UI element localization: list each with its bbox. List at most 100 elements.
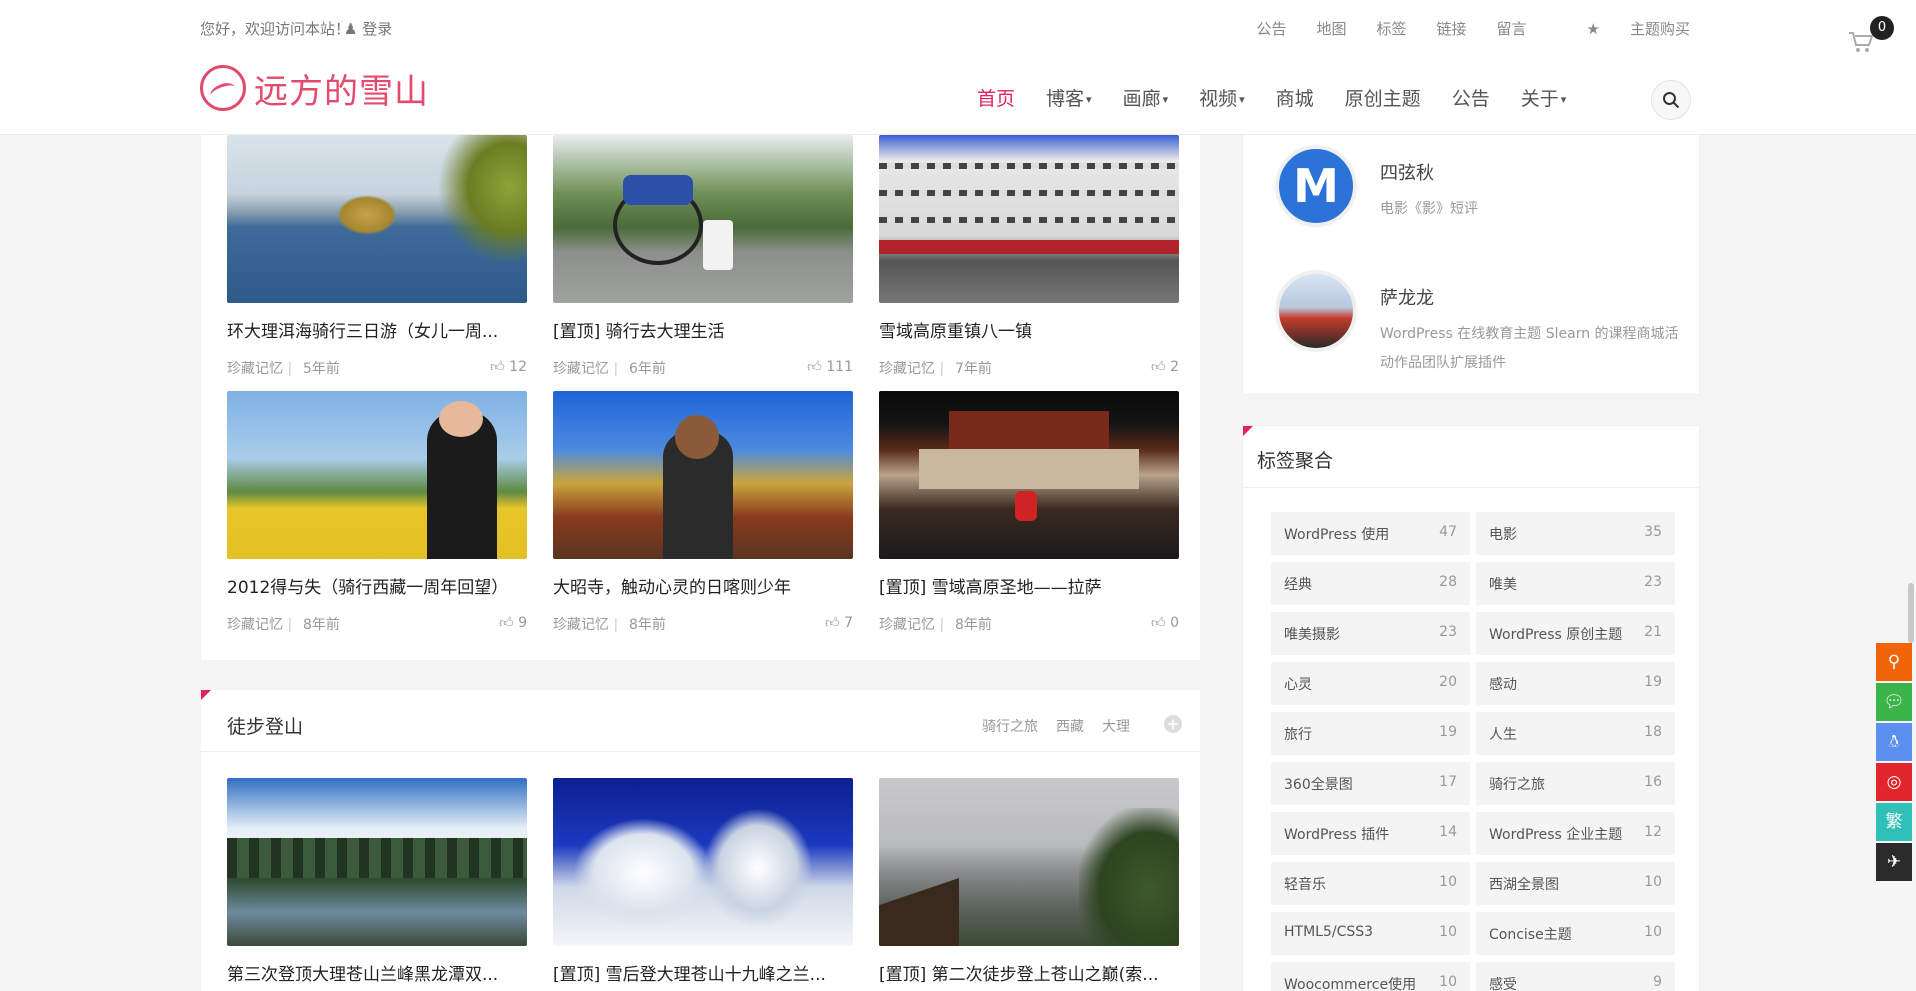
top-link-notice[interactable]: 公告 [1256,18,1286,39]
tag-item[interactable]: 感受 9 [1476,962,1675,991]
post-card[interactable]: 第三次登顶大理苍山兰峰黑龙潭双... [227,778,527,985]
post-thumbnail[interactable] [879,778,1179,946]
comment-author[interactable]: 萨龙龙 [1380,284,1434,310]
top-link-tags[interactable]: 标签 [1376,18,1406,39]
post-likes: 👍︎ 12 [490,359,527,375]
post-title[interactable]: 环大理洱海骑行三日游（女儿一周... [227,317,527,342]
nav-home[interactable]: 首页 [977,84,1015,111]
post-thumbnail[interactable] [879,135,1179,303]
post-thumbnail[interactable] [553,391,853,559]
post-time: 8年前 [955,617,992,633]
comment-text[interactable]: 电影《影》短评 [1380,195,1680,224]
post-thumbnail[interactable] [227,391,527,559]
wechat-icon: 💬︎ [1883,692,1905,712]
tag-item[interactable]: 骑行之旅 16 [1476,762,1675,805]
star-icon: ★ [1586,20,1600,38]
comment-text[interactable]: WordPress 在线教育主题 Slearn 的课程商城活动作品团队扩展插件 [1380,320,1680,378]
tag-name: 感动 [1489,677,1517,693]
tag-item[interactable]: 西湖全景图 10 [1476,862,1675,905]
float-search-button[interactable]: ⚲ [1876,643,1912,681]
tag-item[interactable]: WordPress 使用 47 [1271,512,1470,555]
tag-item[interactable]: 旅行 19 [1271,712,1470,755]
tag-count: 10 [1644,874,1662,890]
post-card[interactable]: 环大理洱海骑行三日游（女儿一周... 珍藏记忆 | 5年前 👍︎ 12 [227,135,527,378]
scrollbar-thumb[interactable] [1908,583,1914,643]
top-link-map[interactable]: 地图 [1316,18,1346,39]
nav-video[interactable]: 视频 ▾ [1199,84,1245,111]
tag-item[interactable]: WordPress 企业主题 12 [1476,812,1675,855]
post-category[interactable]: 珍藏记忆 | [227,358,292,378]
logo-text: 远方的雪山 [254,71,429,112]
section-tag[interactable]: 大理 [1102,716,1130,736]
post-category[interactable]: 珍藏记忆 | [227,614,292,634]
post-thumbnail[interactable] [879,391,1179,559]
tag-item[interactable]: 唯美 23 [1476,562,1675,605]
post-category[interactable]: 珍藏记忆 | [879,358,944,378]
tag-item[interactable]: 人生 18 [1476,712,1675,755]
logo-icon [200,65,246,111]
post-card[interactable]: [置顶] 雪后登大理苍山十九峰之兰... [553,778,853,985]
tag-item[interactable]: 经典 28 [1271,562,1470,605]
post-category[interactable]: 珍藏记忆 | [553,358,618,378]
tag-item[interactable]: 轻音乐 10 [1271,862,1470,905]
login-label: 登录 [362,20,393,38]
float-traditional-button[interactable]: 繁 [1876,803,1912,841]
avatar[interactable]: M [1275,145,1357,227]
search-button[interactable] [1651,80,1691,120]
nav-shop[interactable]: 商城 [1276,84,1314,111]
tag-item[interactable]: WordPress 插件 14 [1271,812,1470,855]
tag-item[interactable]: 360全景图 17 [1271,762,1470,805]
more-plus-icon[interactable]: + [1164,715,1182,733]
section-title[interactable]: 徒步登山 [227,712,303,739]
post-thumbnail[interactable] [227,135,527,303]
comment-author[interactable]: 四弦秋 [1380,159,1434,185]
avatar[interactable] [1275,270,1357,352]
post-card[interactable]: 雪域高原重镇八一镇 珍藏记忆 | 7年前 👍︎ 2 [879,135,1179,378]
nav-about[interactable]: 关于 ▾ [1521,84,1567,111]
post-category[interactable]: 珍藏记忆 | [879,614,944,634]
buy-theme-link[interactable]: ★ 主题购买 [1557,18,1690,39]
post-time: 8年前 [629,617,666,633]
float-top-button[interactable]: ✈ [1876,843,1912,881]
tag-item[interactable]: 心灵 20 [1271,662,1470,705]
tag-item[interactable]: 唯美摄影 23 [1271,612,1470,655]
tag-item[interactable]: Woocommerce使用 10 [1271,962,1470,991]
tag-item[interactable]: 电影 35 [1476,512,1675,555]
float-qq-button[interactable]: 🐧︎ [1876,723,1912,761]
post-category[interactable]: 珍藏记忆 | [553,614,618,634]
post-card[interactable]: 大昭寺，触动心灵的日喀则少年 珍藏记忆 | 8年前 👍︎ 7 [553,391,853,634]
site-logo[interactable]: 远方的雪山 [200,64,429,112]
tag-count: 47 [1439,524,1457,540]
post-title[interactable]: [置顶] 骑行去大理生活 [553,317,853,342]
post-card[interactable]: [置顶] 骑行去大理生活 珍藏记忆 | 6年前 👍︎ 111 [553,135,853,378]
post-title[interactable]: 大昭寺，触动心灵的日喀则少年 [553,573,853,598]
top-link-guestbook[interactable]: 留言 [1497,18,1527,39]
tag-item[interactable]: 感动 19 [1476,662,1675,705]
section-tag[interactable]: 西藏 [1056,716,1084,736]
float-wechat-button[interactable]: 💬︎ [1876,683,1912,721]
post-card[interactable]: [置顶] 第二次徒步登上苍山之巅(索... [879,778,1179,985]
post-card[interactable]: 2012得与失（骑行西藏一周年回望） 珍藏记忆 | 8年前 👍︎ 9 [227,391,527,634]
post-title[interactable]: [置顶] 雪域高原圣地——拉萨 [879,573,1179,598]
post-title[interactable]: [置顶] 雪后登大理苍山十九峰之兰... [553,960,853,985]
nav-notice[interactable]: 公告 [1452,84,1490,111]
tag-item[interactable]: WordPress 原创主题 21 [1476,612,1675,655]
post-thumbnail[interactable] [227,778,527,946]
post-title[interactable]: [置顶] 第二次徒步登上苍山之巅(索... [879,960,1179,985]
tag-item[interactable]: Concise主题 10 [1476,912,1675,955]
post-thumbnail[interactable] [553,778,853,946]
post-thumbnail[interactable] [553,135,853,303]
nav-gallery[interactable]: 画廊 ▾ [1123,84,1169,111]
nav-blog[interactable]: 博客 ▾ [1046,84,1092,111]
post-card[interactable]: [置顶] 雪域高原圣地——拉萨 珍藏记忆 | 8年前 👍︎ 0 [879,391,1179,634]
section-tag[interactable]: 骑行之旅 [982,716,1038,736]
float-weibo-button[interactable]: ◎ [1876,763,1912,801]
tag-item[interactable]: HTML5/CSS3 10 [1271,912,1470,955]
top-link-links[interactable]: 链接 [1437,18,1467,39]
login-link[interactable]: ♟ 登录 [344,18,392,39]
post-title[interactable]: 2012得与失（骑行西藏一周年回望） [227,573,527,598]
main-nav: 首页 博客 ▾ 画廊 ▾ 视频 ▾ 商城 原创主题 公告 关于 ▾ [977,84,1597,111]
post-title[interactable]: 雪域高原重镇八一镇 [879,317,1179,342]
post-title[interactable]: 第三次登顶大理苍山兰峰黑龙潭双... [227,960,527,985]
nav-original-themes[interactable]: 原创主题 [1345,84,1421,111]
